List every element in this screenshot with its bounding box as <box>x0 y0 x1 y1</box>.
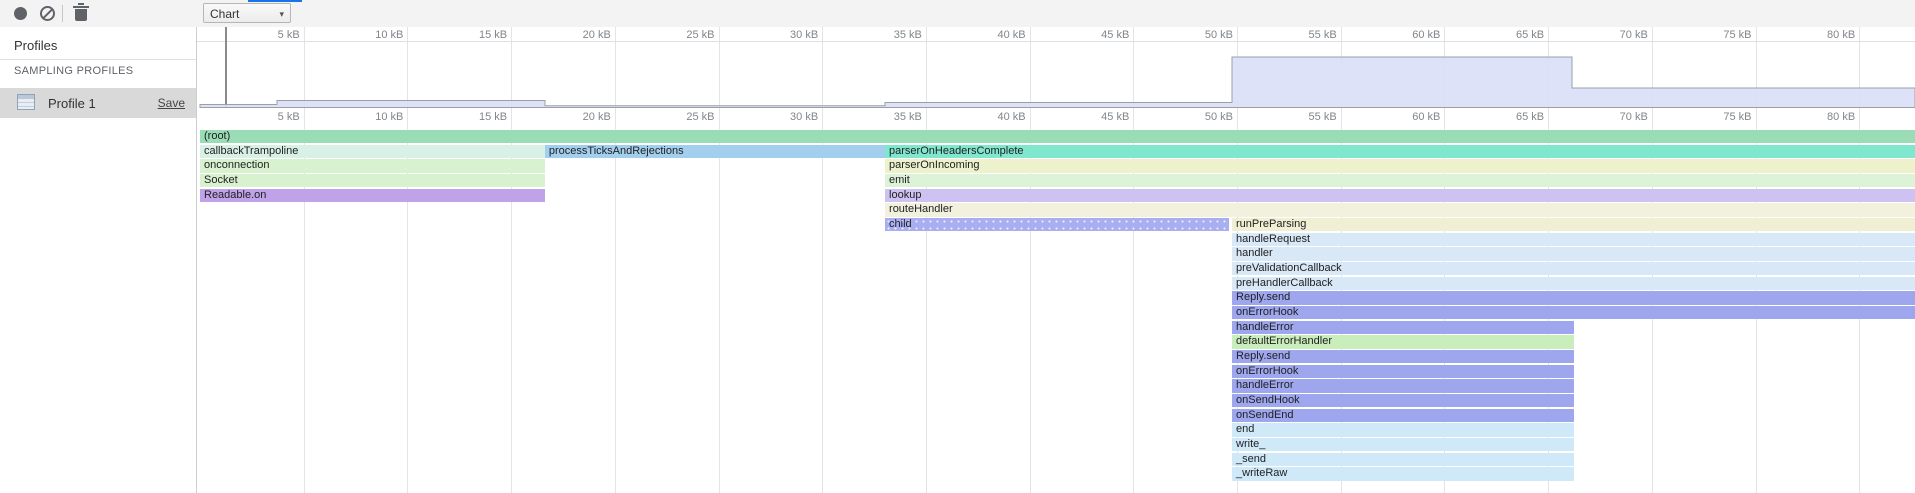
sidebar-section-label: SAMPLING PROFILES <box>14 65 133 77</box>
view-mode-select[interactable]: Chart ▾ <box>203 3 291 23</box>
chevron-down-icon: ▾ <box>279 4 284 24</box>
ruler-tick-label: 15 kB <box>437 29 507 41</box>
clear-button[interactable] <box>34 0 60 27</box>
ruler-tick-label: 75 kB <box>1682 111 1752 123</box>
grid-line <box>407 27 408 493</box>
ruler-tick-label: 45 kB <box>1059 111 1129 123</box>
overview-area-chart[interactable] <box>197 27 1915 137</box>
ruler-tick-label: 25 kB <box>645 111 715 123</box>
sidebar-heading: Profiles <box>14 38 57 53</box>
flame-bar--writeraw[interactable]: _writeRaw <box>1232 467 1574 480</box>
zero-marker-line <box>225 27 227 108</box>
sidebar-divider <box>0 59 196 60</box>
ruler-tick-label: 40 kB <box>956 111 1026 123</box>
ruler-tick-label: 60 kB <box>1370 111 1440 123</box>
ruler-tick-label: 35 kB <box>852 111 922 123</box>
flame-bar-parseronheaderscomplete[interactable]: parserOnHeadersComplete <box>885 145 1915 158</box>
flame-bar-reply-send[interactable]: Reply.send <box>1232 291 1915 304</box>
flame-chart-pane: 5 kB 10 kB 15 kB 20 kB 25 kB 30 kB 35 kB 40 kB 4… <box>197 27 1915 493</box>
record-button[interactable] <box>7 0 33 27</box>
flame-bar-socket[interactable]: Socket <box>200 174 545 187</box>
ruler-tick-label: 35 kB <box>852 29 922 41</box>
clear-icon <box>40 6 55 21</box>
ruler-tick-label: 30 kB <box>748 29 818 41</box>
toolbar: Chart ▾ <box>0 0 1915 28</box>
flame-bar-onconnection[interactable]: onconnection <box>200 159 545 172</box>
ruler-tick-label: 10 kB <box>333 111 403 123</box>
sidebar: Profiles SAMPLING PROFILES Profile 1 Sav… <box>0 27 197 493</box>
flame-bar-prehandlercallback[interactable]: preHandlerCallback <box>1232 277 1915 290</box>
ruler-tick-label: 10 kB <box>333 29 403 41</box>
ruler-tick-label: 15 kB <box>437 111 507 123</box>
grid-line <box>615 27 616 493</box>
ruler-tick-label: 5 kB <box>230 29 300 41</box>
sidebar-item-profile-1[interactable]: Profile 1 Save <box>0 88 196 118</box>
ruler-tick-label: 55 kB <box>1267 111 1337 123</box>
ruler-tick-label: 25 kB <box>645 29 715 41</box>
grid-line <box>1133 27 1134 493</box>
toolbar-separator <box>62 5 63 22</box>
ruler-tick-label: 70 kB <box>1578 111 1648 123</box>
ruler-tick-label: 70 kB <box>1578 29 1648 41</box>
flame-bar-readable-on[interactable]: Readable.on <box>200 189 545 202</box>
ruler-tick-label: 30 kB <box>748 111 818 123</box>
flame-bar-prevalidationcallback[interactable]: preValidationCallback <box>1232 262 1915 275</box>
flame-bar-routehandler[interactable]: routeHandler <box>885 203 1915 216</box>
ruler-tick-label: 45 kB <box>1059 29 1129 41</box>
grid-line <box>304 27 305 493</box>
grid-line <box>926 27 927 493</box>
flame-bar--root-[interactable]: (root) <box>200 130 1915 143</box>
flame-bar-runpreparsing[interactable]: runPreParsing <box>1232 218 1915 231</box>
profile-icon <box>17 94 35 110</box>
flame-bar-callbacktrampoline[interactable]: callbackTrampoline <box>200 145 545 158</box>
grid-line <box>822 27 823 493</box>
flame-bar-handleerror[interactable]: handleError <box>1232 321 1574 334</box>
flame-bar-onsendhook[interactable]: onSendHook <box>1232 394 1574 407</box>
flame-bar-onerrorhook[interactable]: onErrorHook <box>1232 365 1574 378</box>
flame-bar-end[interactable]: end <box>1232 423 1574 436</box>
delete-profile-button[interactable] <box>68 0 94 27</box>
grid-line <box>511 27 512 493</box>
ruler-tick-label: 20 kB <box>541 29 611 41</box>
grid-line <box>1030 27 1031 493</box>
flame-bar-lookup[interactable]: lookup <box>885 189 1915 202</box>
flame-bar-handlerequest[interactable]: handleRequest <box>1232 233 1915 246</box>
save-profile-link[interactable]: Save <box>158 96 185 110</box>
flame-bar-handleerror[interactable]: handleError <box>1232 379 1574 392</box>
ruler-tick-label: 80 kB <box>1785 111 1855 123</box>
ruler-tick-label: 80 kB <box>1785 29 1855 41</box>
flame-bar-defaulterrorhandler[interactable]: defaultErrorHandler <box>1232 335 1574 348</box>
flame-bar-onsendend[interactable]: onSendEnd <box>1232 409 1574 422</box>
focus-indicator-strip <box>248 0 302 2</box>
ruler-tick-label: 5 kB <box>230 111 300 123</box>
profiler-panel: Chart ▾ Profiles SAMPLING PROFILES Profi… <box>0 0 1915 493</box>
flame-bar-handler[interactable]: handler <box>1232 247 1915 260</box>
flame-bar-onerrorhook[interactable]: onErrorHook <box>1232 306 1915 319</box>
ruler-border <box>197 41 1915 42</box>
flame-bar-parseronincoming[interactable]: parserOnIncoming <box>885 159 1915 172</box>
flame-bar-child[interactable]: child <box>885 218 1229 231</box>
ruler-tick-label: 60 kB <box>1370 29 1440 41</box>
profile-name: Profile 1 <box>48 96 96 111</box>
flame-bar-processticksandrejections[interactable]: processTicksAndRejections <box>545 145 885 158</box>
ruler-tick-label: 50 kB <box>1163 29 1233 41</box>
flame-bar-write-[interactable]: write_ <box>1232 438 1574 451</box>
flame-bar-emit[interactable]: emit <box>885 174 1915 187</box>
ruler-tick-label: 50 kB <box>1163 111 1233 123</box>
record-icon <box>14 7 27 20</box>
ruler-tick-label: 55 kB <box>1267 29 1337 41</box>
flame-bar--send[interactable]: _send <box>1232 453 1574 466</box>
grid-line <box>719 27 720 493</box>
ruler-tick-label: 65 kB <box>1474 29 1544 41</box>
ruler-tick-label: 75 kB <box>1682 29 1752 41</box>
view-mode-value: Chart <box>210 7 239 21</box>
ruler-tick-label: 20 kB <box>541 111 611 123</box>
ruler-tick-label: 65 kB <box>1474 111 1544 123</box>
flame-bar-reply-send[interactable]: Reply.send <box>1232 350 1574 363</box>
trash-icon <box>75 9 87 21</box>
ruler-tick-label: 40 kB <box>956 29 1026 41</box>
